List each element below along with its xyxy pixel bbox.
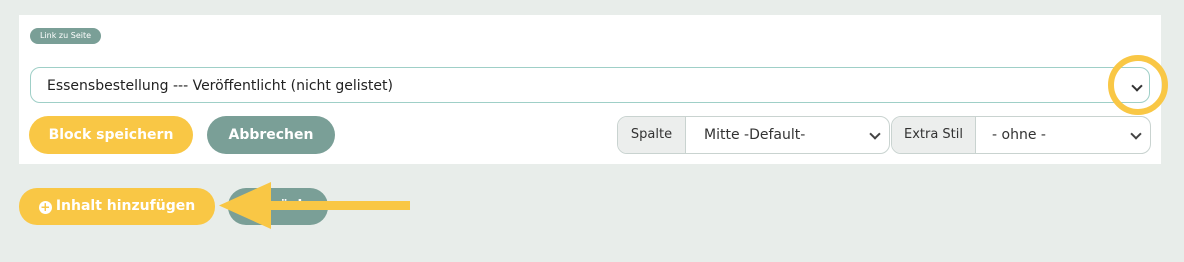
highlight-circle — [1108, 55, 1168, 115]
chevron-down-icon — [1130, 128, 1142, 140]
extra-style-select-label: Extra Stil — [892, 117, 976, 153]
annotation-arrow — [219, 182, 410, 229]
save-block-button[interactable]: Block speichern — [29, 116, 193, 154]
link-to-page-tag: Link zu Seite — [30, 28, 102, 44]
column-select-label: Spalte — [618, 117, 686, 153]
arrow-shaft — [257, 201, 410, 210]
cancel-button[interactable]: Abbrechen — [207, 116, 335, 154]
add-content-label: Inhalt hinzufügen — [55, 198, 196, 214]
chevron-down-icon — [869, 128, 881, 140]
add-content-button[interactable]: + Inhalt hinzufügen — [19, 188, 215, 225]
extra-style-select[interactable]: Extra Stil - ohne - — [891, 116, 1151, 154]
plus-circle-icon: + — [38, 200, 52, 214]
arrow-head — [219, 182, 271, 229]
page-select-value: Essensbestellung --- Veröffentlicht (nic… — [47, 78, 393, 94]
column-select-value: Mitte -Default- — [704, 127, 806, 143]
page-select[interactable]: Essensbestellung --- Veröffentlicht (nic… — [30, 67, 1150, 103]
extra-style-select-value: - ohne - — [992, 127, 1046, 143]
column-select[interactable]: Spalte Mitte -Default- — [617, 116, 890, 154]
